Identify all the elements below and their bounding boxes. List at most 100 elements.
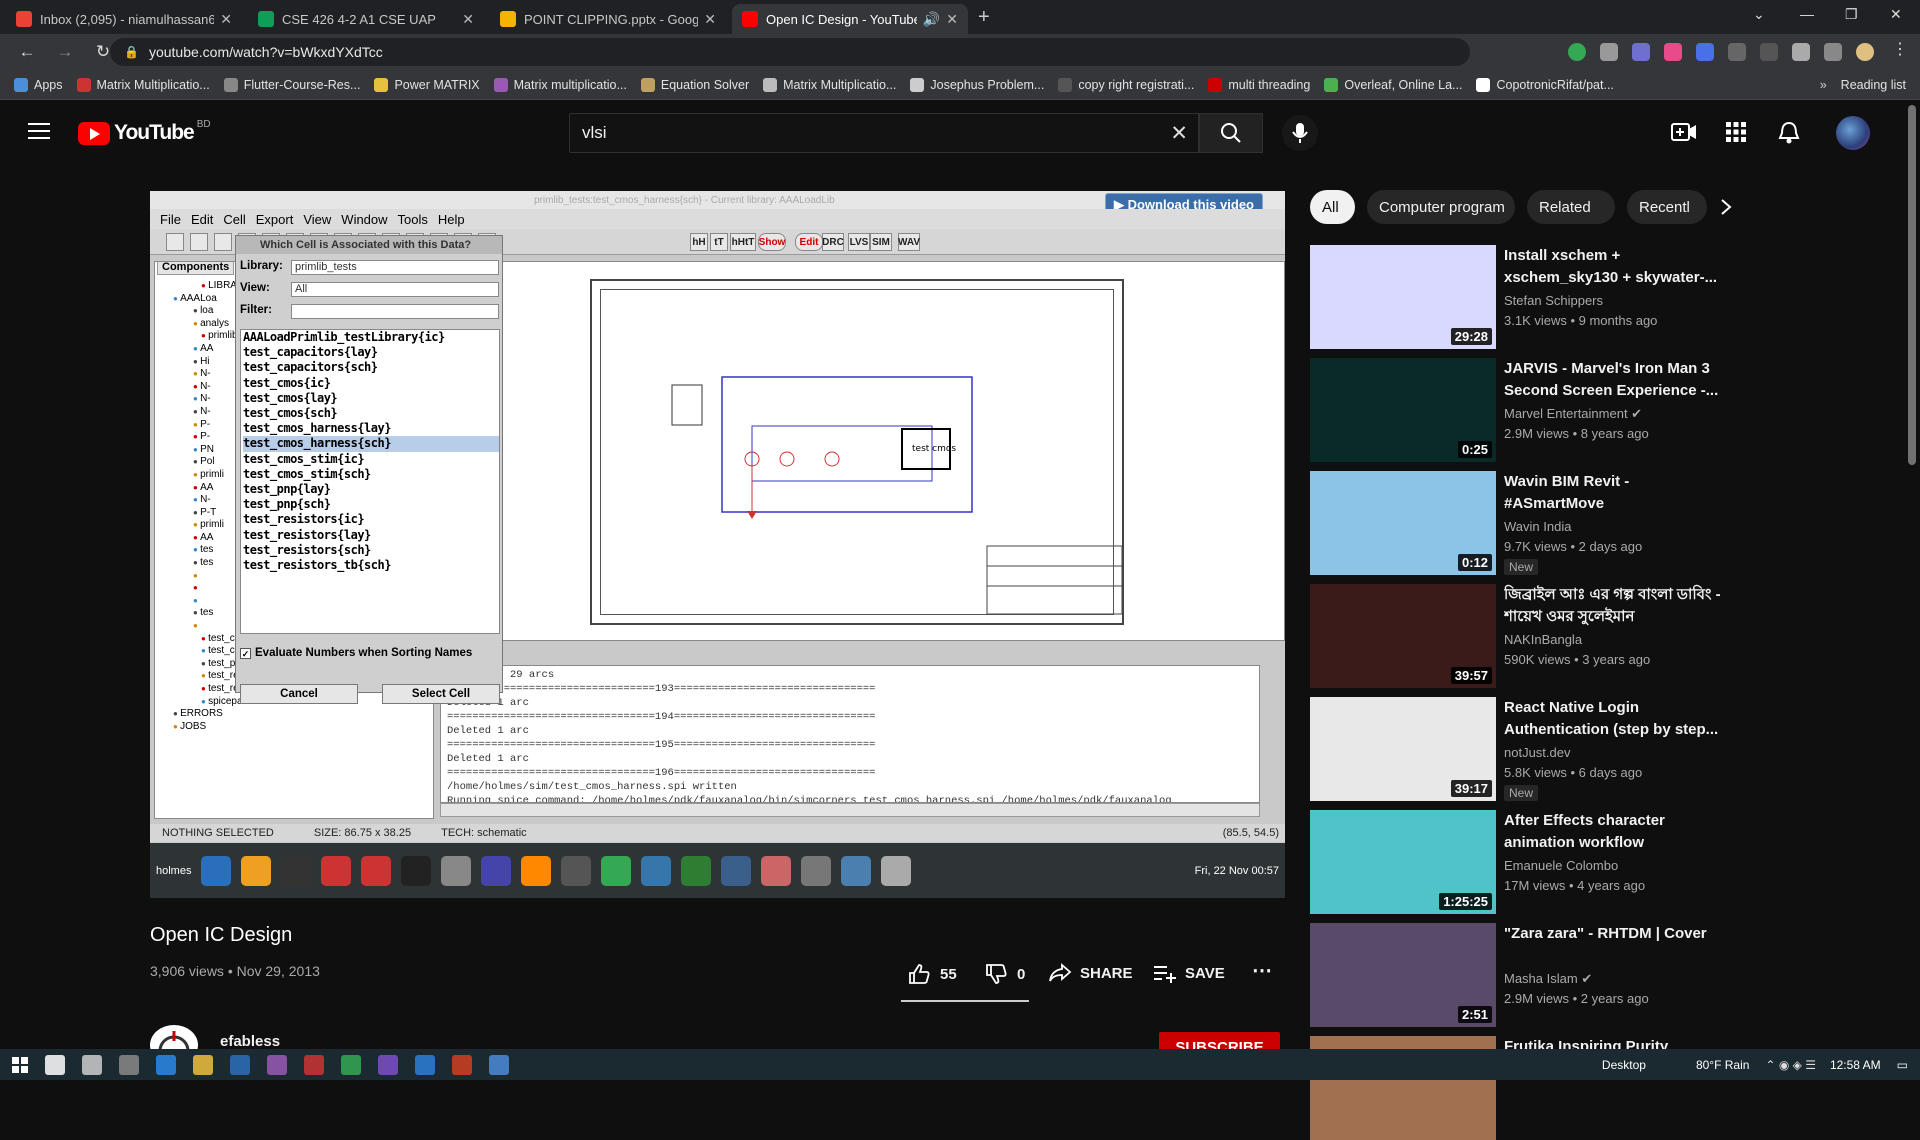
browser-tab[interactable]: POINT CLIPPING.pptx - Google D ✕	[490, 4, 726, 34]
cell-list-item[interactable]: test_cmos{ic}	[243, 376, 499, 391]
cell-list-item[interactable]: test_cmos_stim{ic}	[243, 452, 499, 467]
more-actions-icon[interactable]: ⋯	[1252, 958, 1272, 983]
recommended-title[interactable]: JARVIS - Marvel's Iron Man 3 Second Scre…	[1504, 358, 1730, 402]
cell-list-item[interactable]: test_cmos_harness{lay}	[243, 421, 499, 436]
taskbar-app-icon[interactable]	[415, 1054, 435, 1075]
dock-app-icon[interactable]	[401, 855, 432, 886]
speaker-icon[interactable]: 🔊	[923, 11, 940, 28]
minimize-button[interactable]: —	[1800, 6, 1814, 22]
recommended-channel[interactable]: Emanuele Colombo	[1504, 858, 1618, 873]
profile-avatar[interactable]	[1856, 43, 1874, 61]
reading-mode-icon[interactable]	[1824, 43, 1842, 61]
bookmark-item[interactable]: CopotronicRifat/pat...	[1476, 77, 1614, 92]
weather-label[interactable]: 80°F Rain	[1696, 1058, 1750, 1072]
recommended-channel[interactable]: NAKInBangla	[1504, 632, 1582, 647]
clear-search-icon[interactable]: ✕	[1170, 121, 1188, 146]
dock-app-icon[interactable]	[481, 855, 512, 886]
dock-app-icon[interactable]	[281, 855, 312, 886]
close-tab-icon[interactable]: ✕	[704, 11, 716, 28]
recommended-channel[interactable]: Wavin India	[1504, 519, 1571, 534]
taskbar-app-icon[interactable]	[267, 1054, 287, 1075]
recommended-video[interactable]: 0:12 Wavin BIM Revit - #ASmartMove Wavin I…	[1310, 471, 1910, 575]
page-scrollbar[interactable]	[1908, 105, 1916, 465]
taskbar-app-icon[interactable]	[156, 1054, 176, 1075]
recommended-video[interactable]: 0:25 JARVIS - Marvel's Iron Man 3 Second …	[1310, 358, 1910, 462]
recommended-title[interactable]: After Effects character animation workfl…	[1504, 810, 1730, 854]
app-menu-item[interactable]: Edit	[191, 212, 213, 227]
account-avatar[interactable]	[1836, 116, 1870, 150]
more-bookmarks-icon[interactable]: »	[1820, 78, 1827, 92]
filter-chip[interactable]: All	[1310, 190, 1355, 224]
app-menu-item[interactable]: Help	[438, 212, 465, 227]
toolbar-button[interactable]: SIM	[870, 233, 892, 251]
cell-list[interactable]: AAALoadPrimlib_testLibrary{ic} test_capac…	[240, 329, 500, 634]
close-tab-icon[interactable]: ✕	[946, 11, 958, 28]
dock-app-icon[interactable]	[201, 855, 232, 886]
tree-item[interactable]: ● ERRORS	[159, 708, 433, 721]
library-select[interactable]: primlib_tests	[291, 260, 499, 275]
filter-input[interactable]	[291, 304, 499, 319]
clock[interactable]: 12:58 AM	[1830, 1058, 1881, 1072]
bookmark-item[interactable]: Overleaf, Online La...	[1324, 77, 1462, 92]
recommended-channel[interactable]: Stefan Schippers	[1504, 293, 1603, 308]
cancel-button[interactable]: Cancel	[240, 684, 358, 704]
voice-search-button[interactable]	[1282, 115, 1318, 151]
hamburger-menu-icon[interactable]	[28, 123, 50, 139]
video-thumbnail[interactable]: 39:57	[1310, 584, 1496, 688]
dock-app-icon[interactable]	[641, 855, 672, 886]
taskbar-app-icon[interactable]	[341, 1054, 361, 1075]
back-icon[interactable]: ←	[16, 42, 38, 62]
toolbar-button[interactable]: Edit	[795, 233, 823, 251]
url-field[interactable]: 🔒 youtube.com/watch?v=bWkxdYXdTcc	[110, 38, 1470, 66]
search-input[interactable]: vlsi ✕	[569, 113, 1199, 153]
cell-list-item[interactable]: test_resistors{sch}	[243, 543, 499, 558]
console-scrollbar[interactable]	[440, 803, 1260, 817]
recommended-title[interactable]: জিব্রাইল আঃ এর গল্প বাংলা ডাবিং - শায়েখ…	[1504, 584, 1730, 628]
filter-chip[interactable]: Recentl	[1627, 190, 1707, 224]
recommended-channel[interactable]: Masha Islam ✔	[1504, 971, 1592, 987]
taskbar-app-icon[interactable]	[45, 1054, 65, 1075]
app-menu-item[interactable]: Tools	[398, 212, 428, 227]
bookmark-item[interactable]: Josephus Problem...	[910, 77, 1044, 92]
cell-list-item[interactable]: test_cmos_harness{sch}	[243, 436, 499, 452]
dock-app-icon[interactable]	[241, 855, 272, 886]
desktop-label[interactable]: Desktop	[1602, 1058, 1646, 1072]
cell-list-item[interactable]: test_pnp{sch}	[243, 497, 499, 512]
cell-list-item[interactable]: test_cmos{sch}	[243, 406, 499, 421]
youtube-logo[interactable]: YouTube BD	[78, 119, 211, 145]
dislike-button[interactable]: 0	[985, 963, 1025, 985]
dock-app-icon[interactable]	[801, 855, 832, 886]
notification-center-icon[interactable]: ▭	[1897, 1058, 1908, 1072]
video-thumbnail[interactable]: 29:28	[1310, 245, 1496, 349]
dock-app-icon[interactable]	[521, 855, 552, 886]
toolbar-button[interactable]: WAV	[898, 233, 920, 251]
recommended-channel[interactable]: Marvel Entertainment ✔	[1504, 406, 1642, 422]
notifications-bell-icon[interactable]	[1778, 121, 1800, 145]
toolbar-button[interactable]: hHtT	[730, 233, 756, 251]
toolbar-icon-button[interactable]	[214, 233, 232, 251]
forward-icon[interactable]: →	[54, 42, 76, 62]
cell-list-item[interactable]: test_capacitors{lay}	[243, 345, 499, 360]
like-button[interactable]: 55	[908, 963, 957, 985]
toolbar-button[interactable]: hH	[690, 233, 708, 251]
reading-list-button[interactable]: Reading list	[1841, 78, 1906, 92]
recommended-video[interactable]: 29:28 Install xschem + xschem_sky130 + sk…	[1310, 245, 1910, 349]
dock-app-icon[interactable]	[601, 855, 632, 886]
taskbar-app-icon[interactable]	[119, 1054, 139, 1075]
cell-list-item[interactable]: test_capacitors{sch}	[243, 360, 499, 375]
browser-tab[interactable]: Open IC Design - YouTube 🔊 ✕	[732, 4, 968, 34]
dock-app-icon[interactable]	[841, 855, 872, 886]
extension-icon[interactable]	[1696, 43, 1714, 61]
app-menu-item[interactable]: Cell	[223, 212, 245, 227]
cell-list-item[interactable]: AAALoadPrimlib_testLibrary{ic}	[243, 330, 499, 345]
chevron-right-icon[interactable]	[1718, 198, 1734, 216]
extension-icon[interactable]	[1760, 43, 1778, 61]
checkbox-icon[interactable]: ✓	[240, 647, 251, 659]
apps-grid-icon[interactable]	[1725, 121, 1747, 143]
extension-icon[interactable]	[1632, 43, 1650, 61]
tray-icons[interactable]: ⌃ ◉ ◈ ☰	[1765, 1058, 1816, 1072]
browser-tab[interactable]: Inbox (2,095) - niamulhassan64@ ✕	[6, 4, 242, 34]
toolbar-button[interactable]: tT	[710, 233, 728, 251]
recommended-title[interactable]: Install xschem + xschem_sky130 + skywate…	[1504, 245, 1730, 289]
bookmark-item[interactable]: Power MATRIX	[374, 77, 480, 92]
